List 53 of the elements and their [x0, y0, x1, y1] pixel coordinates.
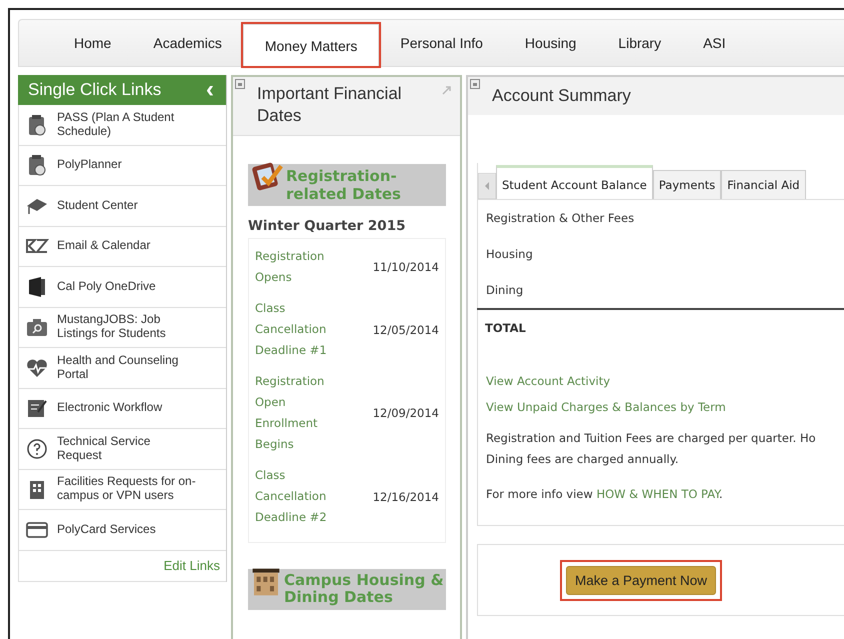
section-title: Campus Housing & Dining Dates: [284, 572, 444, 607]
pin-icon[interactable]: [442, 85, 452, 95]
nav-tab[interactable]: Library: [597, 20, 682, 66]
event-link[interactable]: Registration Open Enrollment Begins: [255, 371, 339, 456]
fee-label: Housing: [485, 246, 534, 264]
total-label: TOTAL: [477, 308, 844, 346]
nav-tab[interactable]: ASI: [682, 20, 747, 66]
sidebar-link[interactable]: Electronic Workflow: [18, 388, 226, 429]
nav-tab[interactable]: Money Matters: [242, 24, 380, 66]
sidebar-title: Single Click Links: [28, 80, 162, 100]
panel-toggle-icon[interactable]: [470, 79, 480, 89]
sidebar-link[interactable]: Cal Poly OneDrive: [18, 267, 226, 308]
panel-toggle-icon[interactable]: [235, 79, 245, 89]
sidebar-link[interactable]: MustangJOBS: Job Listings for Students: [18, 308, 226, 348]
collapse-button[interactable]: ‹: [206, 78, 214, 102]
sidebar-link[interactable]: Technical Service Request: [18, 429, 226, 470]
sidebar-link[interactable]: Facilities Requests for on-campus or VPN users: [18, 470, 226, 510]
panel-title: Important Financial Dates: [257, 84, 402, 126]
account-link[interactable]: View Unpaid Charges & Balances by Term: [486, 400, 836, 414]
question-icon: [25, 436, 49, 461]
term-heading: Winter Quarter 2015: [248, 218, 406, 234]
sidebar-link[interactable]: PolyCard Services: [18, 510, 226, 550]
building-icon: [250, 566, 282, 598]
how-to-pay-link[interactable]: HOW & WHEN TO PAY: [596, 487, 719, 502]
sidebar-link[interactable]: Email & Calendar: [18, 226, 226, 267]
event-link[interactable]: Class Cancellation Deadline #1: [255, 298, 339, 362]
event-date: 12/16/2014: [372, 490, 439, 504]
sidebar-link[interactable]: Health and Counseling Portal: [18, 348, 226, 388]
info-text: For more info view HOW & WHEN TO PAY.: [485, 486, 724, 504]
account-tab[interactable]: Financial Aid: [721, 170, 806, 200]
fees-note: Registration and Tuition Fees are charged per quarter. Ho Dining fees are charged annually.: [485, 430, 817, 468]
nav-tab[interactable]: Home: [53, 20, 132, 66]
event-link[interactable]: Registration Opens: [255, 246, 339, 288]
event-date: 12/05/2014: [372, 322, 439, 337]
make-payment-button[interactable]: Make a Payment Now: [566, 566, 716, 595]
sidebar-link[interactable]: Student Center: [18, 186, 226, 226]
fee-label: Registration & Other Fees: [485, 210, 636, 228]
event-date: 12/09/2014: [372, 406, 439, 420]
account-link[interactable]: View Account Activity: [486, 374, 836, 388]
event-date: 11/10/2014: [372, 260, 439, 274]
sidebar-link[interactable]: PolyPlanner: [18, 146, 226, 186]
account-tab[interactable]: Payments: [652, 170, 722, 200]
nav-tab[interactable]: Personal Info: [379, 20, 504, 66]
nav-tab[interactable]: Housing: [504, 20, 598, 66]
sidebar-link[interactable]: PASS (Plan A Student Schedule): [18, 105, 226, 146]
nav-tab[interactable]: Academics: [132, 20, 243, 66]
fee-label: Dining: [485, 282, 524, 300]
account-tab[interactable]: Student Account Balance: [496, 165, 653, 200]
section-title: Registration-related Dates: [286, 167, 402, 204]
event-link[interactable]: Class Cancellation Deadline #2: [255, 465, 339, 528]
scroll-left-button[interactable]: [478, 173, 496, 200]
edit-links-link[interactable]: Edit Links: [164, 558, 220, 573]
panel-title: Account Summary: [492, 86, 631, 105]
